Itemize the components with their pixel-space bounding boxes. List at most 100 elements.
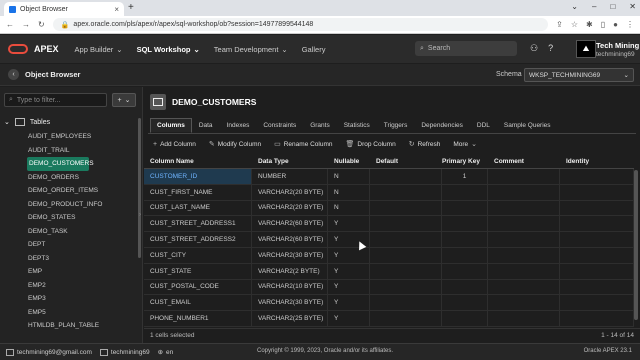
grid-cell[interactable]: VARCHAR2(10 BYTE) (252, 279, 328, 295)
grid-cell[interactable] (488, 311, 560, 326)
grid-cell[interactable]: Y (328, 216, 370, 232)
grid-cell[interactable] (370, 232, 442, 247)
table-item[interactable]: AUDIT_TRAIL (27, 144, 137, 158)
grid-cell[interactable] (560, 216, 634, 232)
grid-cell[interactable]: CUST_EMAIL (144, 295, 252, 311)
grid-scrollbar[interactable] (634, 170, 638, 320)
grid-cell[interactable]: CUSTOMER_ID (144, 169, 252, 184)
modify-column-button[interactable]: ✎ Modify Column (206, 138, 264, 150)
grid-cell[interactable]: PHONE_NUMBER1 (144, 311, 252, 326)
grid-cell[interactable]: Y (328, 263, 370, 279)
table-item[interactable]: DEMO_ORDERS (27, 171, 137, 185)
table-item[interactable]: EMP3 (27, 292, 137, 306)
grid-cell[interactable]: CUST_POSTAL_CODE (144, 279, 252, 295)
tables-section-header[interactable]: ⌄ Tables (4, 118, 50, 126)
profile-icon[interactable]: ● (613, 20, 618, 29)
table-item[interactable]: EMP2 (27, 279, 137, 293)
table-row[interactable]: CUST_FIRST_NAME VARCHAR2(20 BYTE) N (144, 184, 634, 201)
close-tab-icon[interactable]: × (114, 5, 119, 14)
grid-cell[interactable] (370, 279, 442, 295)
filter-input[interactable]: ⌕ Type to filter... (4, 93, 107, 107)
grid-cell[interactable]: 1 (442, 169, 488, 184)
rename-column-button[interactable]: ▭ Rename Column (271, 138, 335, 150)
status-email[interactable]: techmining69@gmail.com (6, 348, 92, 356)
grid-cell[interactable]: VARCHAR2(30 BYTE) (252, 295, 328, 311)
grid-cell[interactable] (442, 295, 488, 311)
add-column-button[interactable]: + Add Column (150, 138, 199, 150)
app-name[interactable]: APEX (34, 44, 59, 54)
grid-cell[interactable] (488, 200, 560, 216)
grid-cell[interactable] (560, 247, 634, 263)
grid-cell[interactable]: VARCHAR2(25 BYTE) (252, 311, 328, 326)
grid-cell[interactable]: N (328, 200, 370, 216)
grid-cell[interactable] (442, 247, 488, 263)
col-header-comment[interactable]: Comment (488, 158, 560, 165)
grid-cell[interactable] (488, 216, 560, 232)
table-row[interactable]: CUST_STREET_ADDRESS1 VARCHAR2(60 BYTE) Y (144, 216, 634, 233)
more-button[interactable]: More ⌄ (450, 138, 480, 150)
grid-cell[interactable] (488, 169, 560, 184)
help-icon[interactable]: ? (548, 43, 553, 54)
tab-grants[interactable]: Grants (303, 118, 337, 133)
grid-cell[interactable] (442, 279, 488, 295)
chevron-down-icon[interactable]: ⌄ (571, 2, 578, 11)
grid-cell[interactable] (488, 279, 560, 295)
grid-cell[interactable]: CUST_LAST_NAME (144, 200, 252, 216)
nav-sql-workshop[interactable]: SQL Workshop ⌄ (137, 45, 200, 54)
grid-cell[interactable] (488, 295, 560, 311)
search-input[interactable]: ⌕ Search (415, 41, 517, 56)
maximize-icon[interactable]: □ (610, 2, 615, 11)
table-row[interactable]: CUSTOMER_ID NUMBER N 1 (144, 169, 634, 185)
grid-cell[interactable] (370, 263, 442, 279)
grid-cell[interactable]: N (328, 184, 370, 200)
table-item[interactable]: EMP5 (27, 306, 137, 320)
tab-triggers[interactable]: Triggers (377, 118, 415, 133)
col-header-column-name[interactable]: Column Name (144, 158, 252, 165)
sidebar-scrollbar[interactable] (138, 118, 141, 258)
grid-cell[interactable]: VARCHAR2(30 BYTE) (252, 247, 328, 263)
tab-sample-queries[interactable]: Sample Queries (497, 118, 558, 133)
drop-column-button[interactable]: 🗑 Drop Column (343, 138, 399, 150)
grid-cell[interactable] (442, 216, 488, 232)
grid-cell[interactable] (560, 232, 634, 247)
grid-cell[interactable]: VARCHAR2(20 BYTE) (252, 184, 328, 200)
grid-cell[interactable] (560, 263, 634, 279)
table-row[interactable]: CUST_CITY VARCHAR2(30 BYTE) Y (144, 247, 634, 264)
minimize-icon[interactable]: – (592, 2, 596, 11)
col-header-default[interactable]: Default (370, 158, 442, 165)
col-header-primary-key[interactable]: Primary Key (442, 158, 488, 165)
grid-cell[interactable]: Y (328, 295, 370, 311)
table-item[interactable]: DEPT3 (27, 252, 137, 266)
menu-icon[interactable]: ⋮ (626, 20, 634, 29)
back-icon[interactable]: ← (6, 20, 14, 29)
grid-cell[interactable]: Y (328, 311, 370, 326)
table-row[interactable]: CUST_POSTAL_CODE VARCHAR2(10 BYTE) Y (144, 279, 634, 296)
grid-cell[interactable]: CUST_CITY (144, 247, 252, 263)
grid-cell[interactable] (442, 184, 488, 200)
grid-cell[interactable] (560, 295, 634, 311)
table-row[interactable]: CUST_STATE VARCHAR2(2 BYTE) Y (144, 263, 634, 280)
table-row[interactable]: PHONE_NUMBER1 VARCHAR2(25 BYTE) Y (144, 311, 634, 327)
table-item[interactable]: HTMLDB_PLAN_TABLE (27, 319, 137, 333)
grid-cell[interactable] (370, 311, 442, 326)
tab-columns[interactable]: Columns (150, 118, 192, 133)
tab-ddl[interactable]: DDL (470, 118, 497, 133)
nav-gallery[interactable]: Gallery (302, 45, 326, 54)
grid-cell[interactable] (488, 232, 560, 247)
grid-cell[interactable] (488, 184, 560, 200)
user-menu[interactable]: Tech Mining techmining69 (596, 41, 639, 59)
grid-cell[interactable] (442, 232, 488, 247)
grid-cell[interactable]: Y (328, 247, 370, 263)
grid-cell[interactable] (560, 311, 634, 326)
table-item[interactable]: AUDIT_EMPLOYEES (27, 130, 137, 144)
grid-cell[interactable] (442, 311, 488, 326)
oracle-logo-icon[interactable] (8, 44, 28, 54)
tab-data[interactable]: Data (192, 118, 220, 133)
back-button[interactable]: ‹ (8, 69, 19, 80)
col-header-data-type[interactable]: Data Type (252, 158, 328, 165)
table-item-selected[interactable]: DEMO_CUSTOMERS (27, 157, 94, 171)
table-row[interactable]: CUST_EMAIL VARCHAR2(30 BYTE) Y (144, 295, 634, 312)
table-row[interactable]: CUST_STREET_ADDRESS2 VARCHAR2(60 BYTE) Y (144, 232, 634, 248)
status-workspace[interactable]: techmining69 (99, 348, 150, 356)
forward-icon[interactable]: → (22, 20, 30, 29)
